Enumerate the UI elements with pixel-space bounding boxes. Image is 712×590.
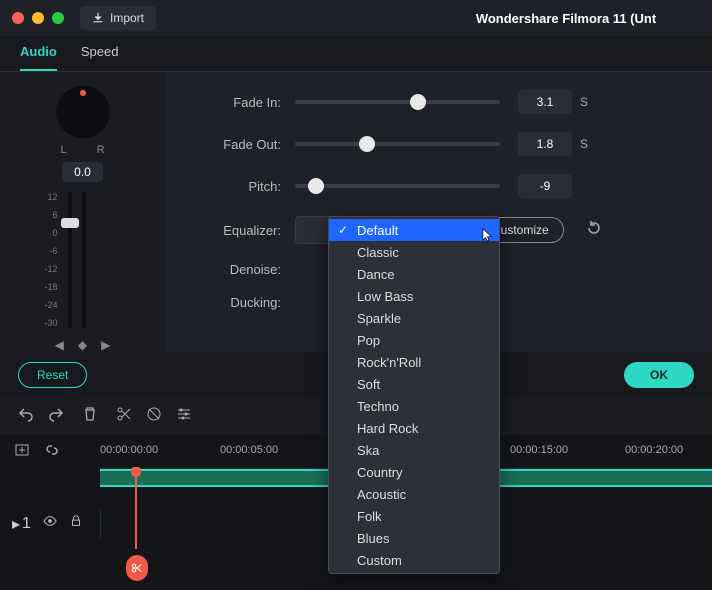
equalizer-option[interactable]: Rock'n'Roll bbox=[329, 351, 499, 373]
next-keyframe-icon[interactable]: ▶ bbox=[101, 338, 110, 352]
import-button[interactable]: Import bbox=[80, 6, 156, 30]
pan-dial[interactable] bbox=[56, 86, 110, 138]
fade-out-label: Fade Out: bbox=[185, 137, 295, 152]
delete-icon[interactable] bbox=[82, 406, 98, 427]
playhead[interactable] bbox=[135, 469, 137, 549]
meter-tick: 12 bbox=[38, 192, 58, 202]
pan-left-label: L bbox=[60, 144, 66, 156]
pan-value[interactable]: 0.0 bbox=[62, 162, 103, 182]
track-header: ▸1 bbox=[0, 514, 100, 534]
track-lock-icon[interactable] bbox=[69, 514, 83, 534]
equalizer-option[interactable]: Default bbox=[329, 219, 499, 241]
timecode-label: 00:00:15:00 bbox=[510, 444, 568, 456]
undo-icon[interactable] bbox=[18, 406, 34, 427]
crop-icon[interactable] bbox=[146, 406, 162, 427]
track-video-icon[interactable]: ▸1 bbox=[12, 514, 31, 534]
redo-icon[interactable] bbox=[48, 406, 64, 427]
equalizer-option[interactable]: Folk bbox=[329, 505, 499, 527]
keyframe-nav: ◀ ◆ ▶ bbox=[55, 338, 111, 352]
import-icon bbox=[92, 12, 104, 24]
equalizer-option[interactable]: Dance bbox=[329, 263, 499, 285]
fade-out-unit: S bbox=[580, 137, 588, 151]
fade-out-value[interactable]: 1.8 bbox=[518, 132, 572, 156]
timecode-label: 00:00:20:00 bbox=[625, 444, 683, 456]
fade-out-slider[interactable] bbox=[295, 142, 500, 146]
fade-in-label: Fade In: bbox=[185, 95, 295, 110]
meter-tick: -24 bbox=[38, 300, 58, 310]
ducking-label: Ducking: bbox=[185, 295, 295, 310]
window-controls bbox=[12, 12, 64, 24]
pitch-label: Pitch: bbox=[185, 179, 295, 194]
fade-in-value[interactable]: 3.1 bbox=[518, 90, 572, 114]
meter-tick: -12 bbox=[38, 264, 58, 274]
minimize-window-button[interactable] bbox=[32, 12, 44, 24]
equalizer-option[interactable]: Hard Rock bbox=[329, 417, 499, 439]
equalizer-option[interactable]: Low Bass bbox=[329, 285, 499, 307]
fade-out-row: Fade Out: 1.8 S bbox=[185, 132, 692, 156]
equalizer-option[interactable]: Pop bbox=[329, 329, 499, 351]
level-meter: 12 6 0 -6 -12 -18 -24 -30 bbox=[38, 192, 128, 328]
timeline-left-tools bbox=[0, 442, 100, 463]
meter-tick: -6 bbox=[38, 246, 58, 256]
equalizer-option[interactable]: Blues bbox=[329, 527, 499, 549]
fade-in-row: Fade In: 3.1 S bbox=[185, 90, 692, 114]
tab-audio[interactable]: Audio bbox=[20, 44, 57, 71]
level-slider-left[interactable] bbox=[68, 192, 72, 328]
import-label: Import bbox=[110, 11, 144, 25]
equalizer-option[interactable]: Country bbox=[329, 461, 499, 483]
track-visibility-icon[interactable] bbox=[43, 514, 57, 534]
pitch-value[interactable]: -9 bbox=[518, 174, 572, 198]
pan-column: L R 0.0 12 6 0 -6 -12 -18 -24 -30 ◀ ◆ ▶ bbox=[0, 72, 165, 352]
titlebar: Import Wondershare Filmora 11 (Unt bbox=[0, 0, 712, 36]
split-icon[interactable] bbox=[116, 406, 132, 427]
equalizer-option[interactable]: Classic bbox=[329, 241, 499, 263]
reset-equalizer-icon[interactable] bbox=[586, 220, 602, 241]
link-icon[interactable] bbox=[44, 442, 60, 463]
maximize-window-button[interactable] bbox=[52, 12, 64, 24]
prev-keyframe-icon[interactable]: ◀ bbox=[55, 338, 64, 352]
fade-in-unit: S bbox=[580, 95, 588, 109]
equalizer-option[interactable]: Ska bbox=[329, 439, 499, 461]
add-keyframe-icon[interactable]: ◆ bbox=[78, 338, 87, 352]
adjust-icon[interactable] bbox=[176, 406, 192, 427]
equalizer-dropdown[interactable]: DefaultClassicDanceLow BassSparklePopRoc… bbox=[328, 216, 500, 574]
equalizer-option[interactable]: Acoustic bbox=[329, 483, 499, 505]
denoise-label: Denoise: bbox=[185, 262, 295, 277]
meter-tick: 0 bbox=[38, 228, 58, 238]
ok-button[interactable]: OK bbox=[624, 362, 694, 388]
equalizer-option[interactable]: Soft bbox=[329, 373, 499, 395]
fade-in-slider[interactable] bbox=[295, 100, 500, 104]
equalizer-option[interactable]: Techno bbox=[329, 395, 499, 417]
timecode-label: 00:00:00:00 bbox=[100, 444, 158, 456]
tab-bar: Audio Speed bbox=[0, 36, 712, 72]
equalizer-label: Equalizer: bbox=[185, 223, 295, 238]
timecode-label: 00:00:05:00 bbox=[220, 444, 278, 456]
pan-right-label: R bbox=[97, 144, 105, 156]
level-slider-right[interactable] bbox=[82, 192, 86, 328]
equalizer-option[interactable]: Sparkle bbox=[329, 307, 499, 329]
pitch-row: Pitch: -9 bbox=[185, 174, 692, 198]
equalizer-option[interactable]: Custom bbox=[329, 549, 499, 571]
meter-tick: 6 bbox=[38, 210, 58, 220]
add-media-icon[interactable] bbox=[14, 442, 30, 463]
tab-speed[interactable]: Speed bbox=[81, 44, 119, 71]
cut-marker[interactable] bbox=[126, 555, 148, 581]
meter-tick: -18 bbox=[38, 282, 58, 292]
pan-lr-labels: L R bbox=[60, 144, 104, 156]
reset-button[interactable]: Reset bbox=[18, 362, 87, 388]
close-window-button[interactable] bbox=[12, 12, 24, 24]
meter-tick: -30 bbox=[38, 318, 58, 328]
pitch-slider[interactable] bbox=[295, 184, 500, 188]
